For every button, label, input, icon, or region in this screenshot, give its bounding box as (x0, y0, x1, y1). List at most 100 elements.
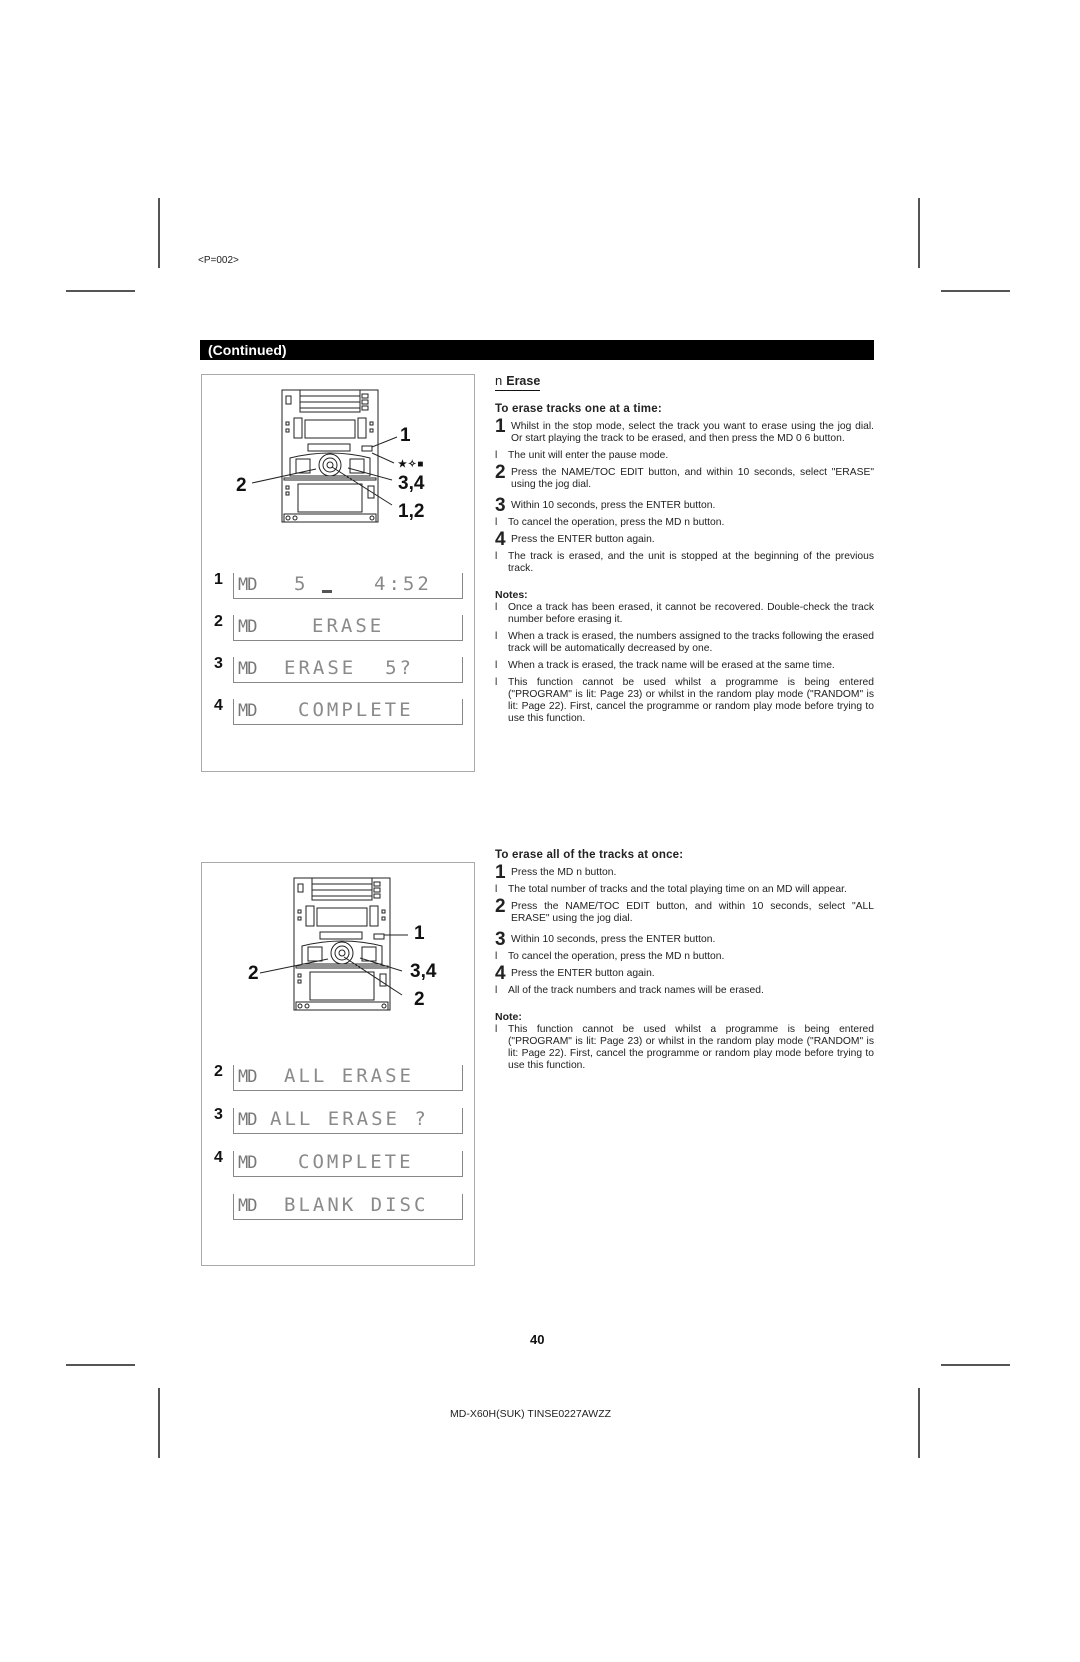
section-bullet: n (495, 373, 503, 388)
callout-label: 1 (400, 425, 411, 446)
instruction-bullet: l The track is erased, and the unit is st… (495, 551, 874, 575)
callout-label: 2 (236, 475, 247, 496)
lcd-display: MD ALL ERASE ? (233, 1108, 463, 1134)
lcd-text: ALL ERASE (284, 1065, 414, 1087)
instruction-bullet: l The total number of tracks and the tota… (495, 884, 874, 896)
note-item: l When a track is erased, the track name … (495, 660, 874, 672)
callout-leader-lines (251, 436, 398, 506)
lcd-text: COMPLETE (298, 699, 414, 721)
notes-list: l Once a track has been erased, it cannot… (495, 602, 874, 725)
instruction-list: 1 Press the MD n button. l The total number… (495, 863, 874, 997)
lcd-display-row: 1 MD 5 4:52 (202, 571, 476, 599)
lcd-display-row: 3 MD ERASE 5? (202, 655, 476, 683)
page-code: <P=002> (198, 255, 239, 266)
step-text: Press the NAME/TOC EDIT button, and with… (511, 901, 874, 924)
crop-mark (158, 198, 160, 268)
callout-label: 1 (414, 923, 425, 944)
subheading: To erase all of the tracks at once: (495, 849, 684, 861)
note-item: l Once a track has been erased, it cannot… (495, 602, 874, 626)
step-text: Within 10 seconds, press the ENTER butto… (511, 934, 716, 945)
step-number: 2 (495, 462, 506, 483)
lcd-display-row: MD BLANK DISC (202, 1192, 476, 1220)
model-code: MD-X60H(SUK) TINSE0227AWZZ (450, 1408, 612, 1420)
lcd-step-number: 4 (214, 1149, 223, 1166)
instruction-step: 3 Within 10 seconds, press the ENTER butt… (495, 496, 874, 515)
bullet-marker: l (495, 677, 498, 688)
instruction-step: 2 Press the NAME/TOC EDIT button, and wit… (495, 897, 874, 925)
lcd-display-row: 4 MD COMPLETE (202, 1149, 476, 1177)
bullet-marker: l (495, 985, 498, 996)
step-text: Press the ENTER button again. (511, 968, 655, 979)
bullet-text: To cancel the operation, press the MD n … (508, 517, 725, 528)
instruction-step: 3 Within 10 seconds, press the ENTER butt… (495, 930, 874, 949)
bullet-marker: l (495, 551, 498, 562)
bullet-marker: l (495, 660, 498, 671)
continued-header-bar: (Continued) (200, 340, 874, 360)
lcd-display: MD ERASE (233, 615, 463, 641)
instruction-step: 1 Whilst in the stop mode, select the tra… (495, 417, 874, 445)
section-title: n Erase (495, 373, 541, 391)
lcd-text: BLANK DISC (284, 1194, 429, 1216)
md-indicator: MD (238, 1110, 258, 1130)
callout-label: 3,4 (398, 473, 425, 494)
md-indicator: MD (238, 575, 258, 595)
note-text: Once a track has been erased, it cannot … (508, 602, 874, 625)
step-text: Press the NAME/TOC EDIT button, and with… (511, 467, 874, 490)
lcd-display-row: 2 MD ERASE (202, 613, 476, 641)
lcd-step-number: 4 (214, 697, 223, 714)
lcd-display: MD ALL ERASE (233, 1065, 463, 1091)
crop-mark (941, 1364, 1010, 1366)
lcd-display: MD ERASE 5? (233, 657, 463, 683)
lcd-display: MD COMPLETE (233, 1151, 463, 1177)
bullet-marker: l (495, 517, 498, 528)
lcd-level-indicator (322, 590, 332, 593)
note-text: When a track is erased, the track name w… (508, 660, 835, 671)
lcd-display-row: 4 MD COMPLETE (202, 697, 476, 725)
step-number: 1 (495, 862, 506, 883)
instruction-bullet: l The unit will enter the pause mode. (495, 450, 874, 462)
md-indicator: MD (238, 701, 258, 721)
instruction-step: 2 Press the NAME/TOC EDIT button, and wit… (495, 463, 874, 491)
page-number: 40 (530, 1332, 545, 1347)
step-text: Whilst in the stop mode, select the trac… (511, 421, 874, 444)
step-number: 4 (495, 963, 506, 984)
section-title-text: Erase (506, 374, 541, 388)
lcd-step-number: 1 (214, 571, 223, 588)
crop-mark (66, 290, 135, 292)
lcd-step-number: 2 (214, 1063, 223, 1080)
note-item: l This function cannot be used whilst a p… (495, 1024, 874, 1072)
bullet-marker: l (495, 631, 498, 642)
callout-label: 2 (248, 963, 259, 984)
bullet-marker: l (495, 884, 498, 895)
crop-mark (66, 1364, 135, 1366)
lcd-display: MD COMPLETE (233, 699, 463, 725)
instruction-bullet: l All of the track numbers and track name… (495, 985, 874, 997)
bullet-text: The track is erased, and the unit is sto… (508, 551, 874, 574)
lcd-display-row: 3 MD ALL ERASE ? (202, 1106, 476, 1134)
crop-mark (158, 1388, 160, 1458)
step-text: Within 10 seconds, press the ENTER butto… (511, 500, 716, 511)
erase-one-at-a-time-section: n Erase To erase tracks one at a time: 1W… (495, 373, 874, 730)
bullet-marker: l (495, 1024, 498, 1035)
lcd-display-row: 2 MD ALL ERASE (202, 1063, 476, 1091)
note-text: This function cannot be used whilst a pr… (508, 677, 874, 724)
bullet-marker: l (495, 602, 498, 613)
lcd-step-number: 3 (214, 655, 223, 672)
lcd-time: 4:52 (374, 573, 432, 595)
callout-symbol-label: ★✧■ (398, 459, 425, 470)
instruction-step: 4 Press the ENTER button again. (495, 530, 874, 549)
callout-label: 3,4 (410, 961, 437, 982)
lcd-step-number: 2 (214, 613, 223, 630)
lcd-display: MD 5 4:52 (233, 573, 463, 599)
instruction-bullet: l To cancel the operation, press the MD n… (495, 517, 874, 529)
callout-label: 1,2 (398, 501, 425, 522)
bullet-text: To cancel the operation, press the MD n … (508, 951, 725, 962)
notes-heading: Notes: (495, 589, 528, 601)
crop-mark (918, 1388, 920, 1458)
step-text: Press the MD n button. (511, 867, 617, 878)
step-number: 3 (495, 929, 506, 950)
step-number: 2 (495, 896, 506, 917)
erase-all-at-once-section: To erase all of the tracks at once: 1 Pre… (495, 849, 874, 1077)
bullet-marker: l (495, 951, 498, 962)
lcd-text: ERASE 5? (284, 657, 414, 679)
